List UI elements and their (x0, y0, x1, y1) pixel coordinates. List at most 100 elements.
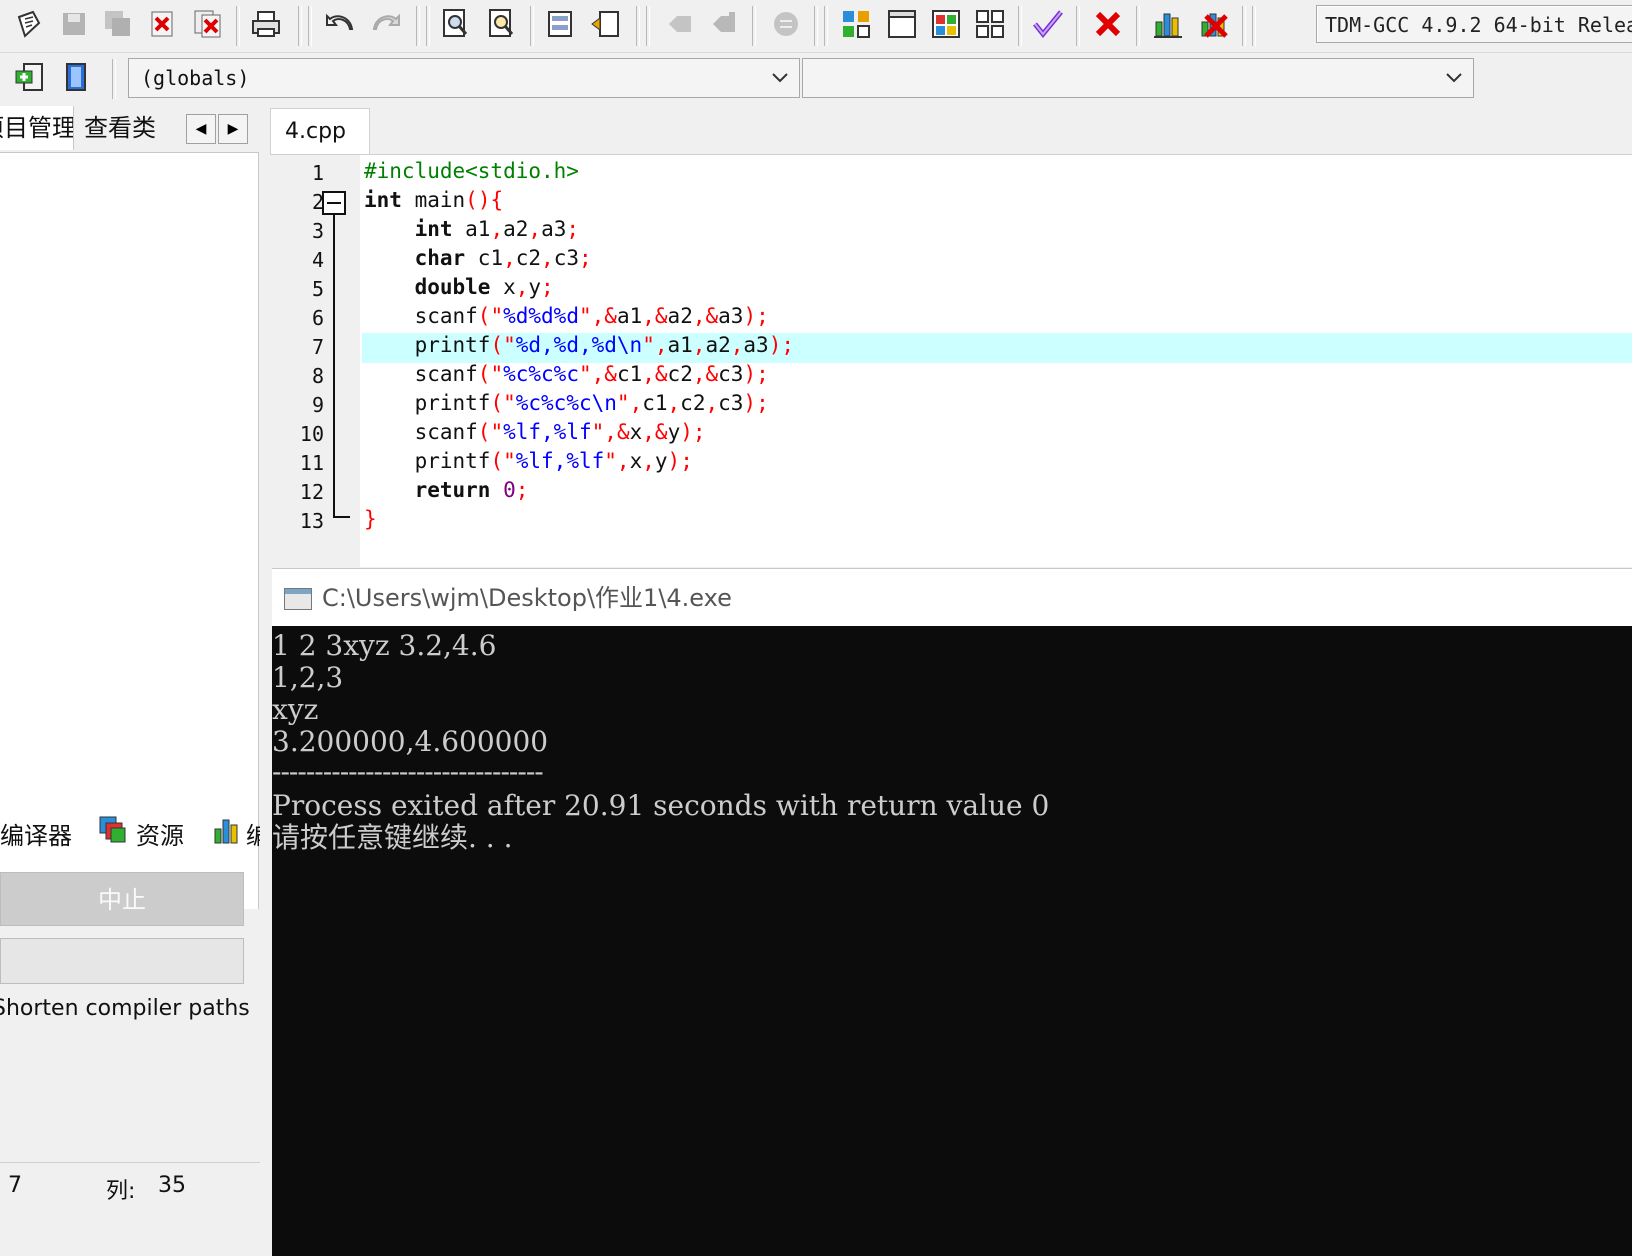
console-line: 请按任意键继续. . . (272, 821, 513, 854)
replace-icon[interactable] (484, 6, 520, 42)
save-icon[interactable] (56, 6, 92, 42)
code-line[interactable]: char c1,c2,c3; (364, 246, 592, 270)
console-title: C:\Users\wjm\Desktop\作业1\4.exe (322, 584, 732, 612)
stop-icon[interactable] (1090, 6, 1126, 42)
line-number: 2 (311, 190, 324, 214)
chevron-right-icon[interactable]: ▶ (218, 114, 248, 144)
toggle-fullscreen-icon[interactable] (588, 6, 624, 42)
code-line[interactable]: scanf("%c%c%c",&c1,&c2,&c3); (364, 362, 769, 386)
console-window-icon (284, 588, 312, 610)
toolbar-separator (530, 6, 534, 46)
console-line: -------------------------------- (272, 755, 544, 788)
console-line: Process exited after 20.91 seconds with … (272, 789, 1050, 822)
comment-icon[interactable] (768, 6, 804, 42)
profile-icon[interactable] (1150, 6, 1186, 42)
new-project-icon[interactable] (838, 6, 874, 42)
check-icon[interactable] (1030, 6, 1066, 42)
toolbar-separator (308, 6, 312, 46)
member-combo[interactable] (802, 58, 1474, 98)
resources-icon (98, 813, 128, 861)
code-line[interactable]: int a1,a2,a3; (364, 217, 579, 241)
toolbar-separator (1076, 6, 1080, 46)
globals-combo[interactable]: (globals) (128, 58, 800, 98)
code-line[interactable]: scanf("%d%d%d",&a1,&a2,&a3); (364, 304, 769, 328)
console-line: 1 2 3xyz 3.2,4.6 (272, 629, 497, 662)
left-panel: 项目管理 查看类 ◀ ▶ 编译器 资源 编译日志 中止 Shorten comp… (0, 106, 260, 1256)
delete-profile-icon[interactable] (1196, 6, 1232, 42)
code-editor[interactable]: 1 2 3 4 5 6 7 8 9 10 11 12 13 #include<stdio.h> int m… (270, 154, 1632, 567)
console-line: 3.200000,4.600000 (272, 725, 549, 758)
compiler-select[interactable]: TDM-GCC 4.9.2 64-bit Release (1316, 5, 1632, 43)
line-number: 11 (299, 451, 324, 475)
status-col-label: 列: (106, 1179, 136, 1204)
line-number: 8 (311, 364, 324, 388)
toolbar-separator (752, 6, 756, 46)
tab-file-4cpp[interactable]: 4.cpp (270, 108, 370, 154)
console-output[interactable]: 1 2 3xyz 3.2,4.6 1,2,3 xyz 3.200000,4.60… (272, 626, 1632, 1256)
unindent-icon[interactable] (706, 6, 742, 42)
shorten-compiler-paths-checkbox[interactable]: Shorten compiler paths (0, 996, 250, 1021)
code-line[interactable]: int main(){ (364, 188, 503, 212)
tab-compile-log[interactable]: 编译日志 (212, 812, 260, 860)
toolbar-separator (236, 6, 240, 46)
console-line: 1,2,3 (272, 661, 344, 694)
code-line[interactable]: printf("%c%c%c\n",c1,c2,c3); (364, 391, 769, 415)
abort-button[interactable]: 中止 (0, 872, 244, 926)
code-line[interactable]: return 0; (364, 478, 529, 502)
status-line-value: 7 (8, 1173, 22, 1198)
print-icon[interactable] (248, 6, 284, 42)
goto-definition-icon[interactable] (58, 59, 94, 95)
toolbar-separator (1252, 6, 1256, 46)
find-icon[interactable] (438, 6, 474, 42)
line-number: 7 (311, 335, 324, 359)
code-line[interactable]: } (364, 507, 377, 531)
line-number: 13 (299, 509, 324, 533)
compile-log-icon (212, 813, 242, 860)
console-titlebar[interactable]: C:\Users\wjm\Desktop\作业1\4.exe (272, 568, 1632, 627)
toolbar-separator (426, 6, 430, 46)
chevron-down-icon[interactable] (771, 59, 789, 109)
tab-resources-label: 资源 (136, 822, 184, 850)
tab-resources[interactable]: 资源 (98, 812, 202, 860)
save-all-icon[interactable] (100, 6, 136, 42)
line-number: 4 (311, 248, 324, 272)
toggle-layout-icon[interactable] (542, 6, 578, 42)
code-line[interactable]: #include<stdio.h> (364, 159, 579, 183)
toolbar-separator (1136, 6, 1140, 46)
code-line[interactable]: printf("%lf,%lf",x,y); (364, 449, 693, 473)
console-line: xyz (272, 693, 319, 726)
toolbar-separator (824, 6, 828, 46)
main-toolbar: TDM-GCC 4.9.2 64-bit Release (0, 0, 1632, 53)
open-icon[interactable] (10, 6, 46, 42)
undo-icon[interactable] (322, 6, 358, 42)
class-toolbar: (globals) (0, 53, 1632, 105)
chevron-left-icon[interactable]: ◀ (186, 114, 216, 144)
toolbar-separator (636, 6, 640, 46)
compile-progress-bar (0, 938, 244, 984)
goto-declaration-icon[interactable] (12, 59, 48, 95)
chevron-down-icon[interactable] (1445, 59, 1463, 109)
code-line[interactable]: scanf("%lf,%lf",&x,&y); (364, 420, 706, 444)
project-tree[interactable] (0, 152, 259, 909)
tab-compiler[interactable]: 编译器 (0, 812, 88, 860)
toolbar-separator (112, 59, 116, 99)
tile-icon[interactable] (972, 6, 1008, 42)
close-all-icon[interactable] (190, 6, 226, 42)
line-number: 6 (311, 306, 324, 330)
line-number: 12 (299, 480, 324, 504)
code-line[interactable]: printf("%d,%d,%d\n",a1,a2,a3); (364, 333, 794, 357)
toolbar-separator (814, 6, 818, 46)
indent-icon[interactable] (662, 6, 698, 42)
tab-project[interactable]: 项目管理 (0, 106, 74, 150)
toolbar-separator (298, 6, 302, 46)
fold-minus-icon[interactable] (322, 191, 352, 535)
new-window-icon[interactable] (884, 6, 920, 42)
tab-classes[interactable]: 查看类 (76, 106, 168, 150)
close-icon[interactable] (144, 6, 180, 42)
redo-icon[interactable] (368, 6, 404, 42)
line-number: 3 (311, 219, 324, 243)
options-icon[interactable] (928, 6, 964, 42)
toolbar-separator (1242, 6, 1246, 46)
line-number: 5 (311, 277, 324, 301)
code-line[interactable]: double x,y; (364, 275, 554, 299)
